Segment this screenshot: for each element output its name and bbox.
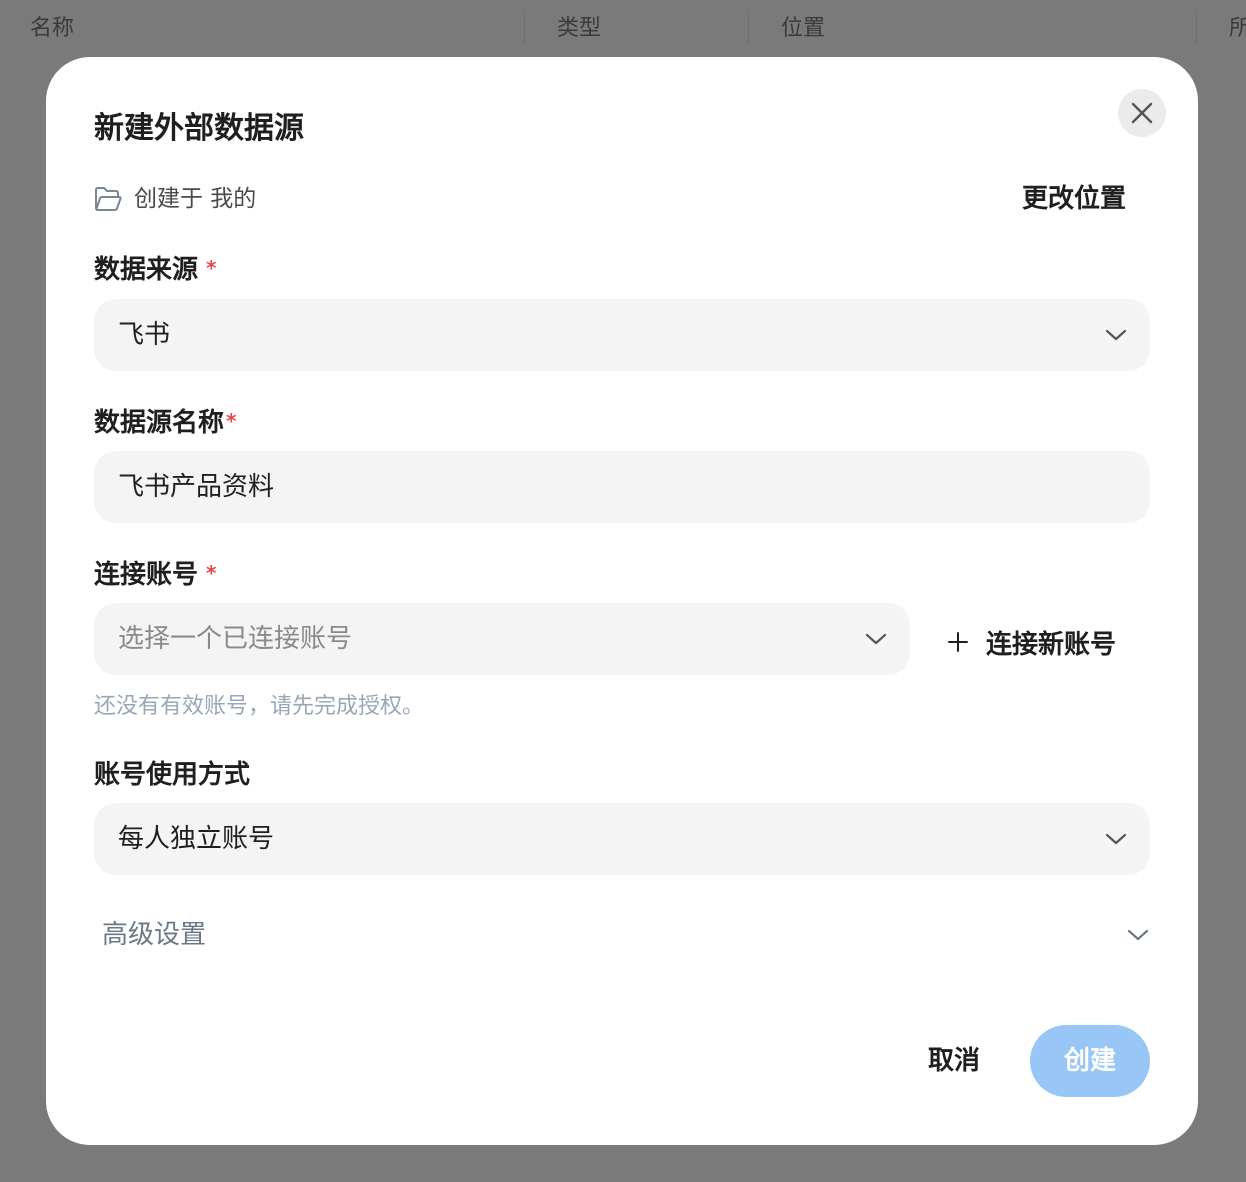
column-header-owner: 所 bbox=[1229, 16, 1246, 41]
dialog-title: 新建外部数据源 bbox=[94, 111, 304, 146]
account-select-placeholder: 选择一个已连接账号 bbox=[118, 624, 353, 654]
source-select-value: 飞书 bbox=[118, 320, 171, 350]
advanced-settings-label: 高级设置 bbox=[102, 920, 207, 950]
column-header-location: 位置 bbox=[781, 16, 826, 41]
required-mark: * bbox=[206, 561, 217, 585]
close-button[interactable] bbox=[1118, 89, 1166, 137]
folder-open-icon bbox=[95, 187, 122, 211]
connect-new-account-button[interactable]: 连接新账号 bbox=[946, 617, 1116, 667]
column-separator bbox=[524, 14, 525, 44]
close-icon bbox=[1131, 102, 1153, 124]
name-label-text: 数据源名称 bbox=[94, 408, 225, 438]
account-label-text: 连接账号 bbox=[94, 560, 199, 590]
chevron-down-icon bbox=[865, 633, 887, 645]
connect-new-account-label: 连接新账号 bbox=[986, 629, 1117, 660]
name-label: 数据源名称 * bbox=[94, 403, 236, 443]
create-button[interactable]: 创建 bbox=[1030, 1025, 1150, 1097]
change-location-button[interactable]: 更改位置 bbox=[1022, 179, 1126, 219]
chevron-down-icon bbox=[1127, 929, 1149, 941]
location-text: 创建于 我的 bbox=[134, 186, 257, 212]
required-mark: * bbox=[226, 409, 237, 433]
cancel-button[interactable]: 取消 bbox=[910, 1025, 998, 1097]
account-hint: 还没有有效账号，请先完成授权。 bbox=[94, 694, 425, 719]
usage-select-value: 每人独立账号 bbox=[118, 824, 275, 854]
new-external-datasource-dialog: 新建外部数据源 创建于 我的 更改位置 数据来源 * 飞书 数据源名称 * 飞书产品… bbox=[46, 57, 1198, 1145]
location-row: 创建于 我的 更改位置 bbox=[94, 179, 1126, 219]
account-label: 连接账号 * bbox=[94, 555, 216, 595]
source-select[interactable]: 飞书 bbox=[94, 299, 1150, 371]
name-input-value: 飞书产品资料 bbox=[118, 472, 275, 502]
background-table-header: 名称 类型 位置 所 bbox=[0, 0, 1246, 60]
plus-icon bbox=[948, 632, 968, 652]
source-label-text: 数据来源 bbox=[94, 255, 199, 285]
column-separator bbox=[1196, 14, 1197, 44]
required-mark: * bbox=[206, 256, 217, 280]
chevron-down-icon bbox=[1105, 329, 1127, 341]
account-select[interactable]: 选择一个已连接账号 bbox=[94, 603, 910, 675]
usage-label-text: 账号使用方式 bbox=[94, 760, 251, 790]
column-separator bbox=[748, 14, 749, 44]
chevron-down-icon bbox=[1105, 833, 1127, 845]
source-label: 数据来源 * bbox=[94, 250, 216, 290]
name-input[interactable]: 飞书产品资料 bbox=[94, 451, 1150, 523]
column-header-type: 类型 bbox=[557, 16, 602, 41]
usage-label: 账号使用方式 bbox=[94, 755, 250, 795]
usage-select[interactable]: 每人独立账号 bbox=[94, 803, 1150, 875]
column-header-name: 名称 bbox=[30, 16, 75, 41]
advanced-settings-toggle[interactable]: 高级设置 bbox=[94, 909, 1150, 961]
